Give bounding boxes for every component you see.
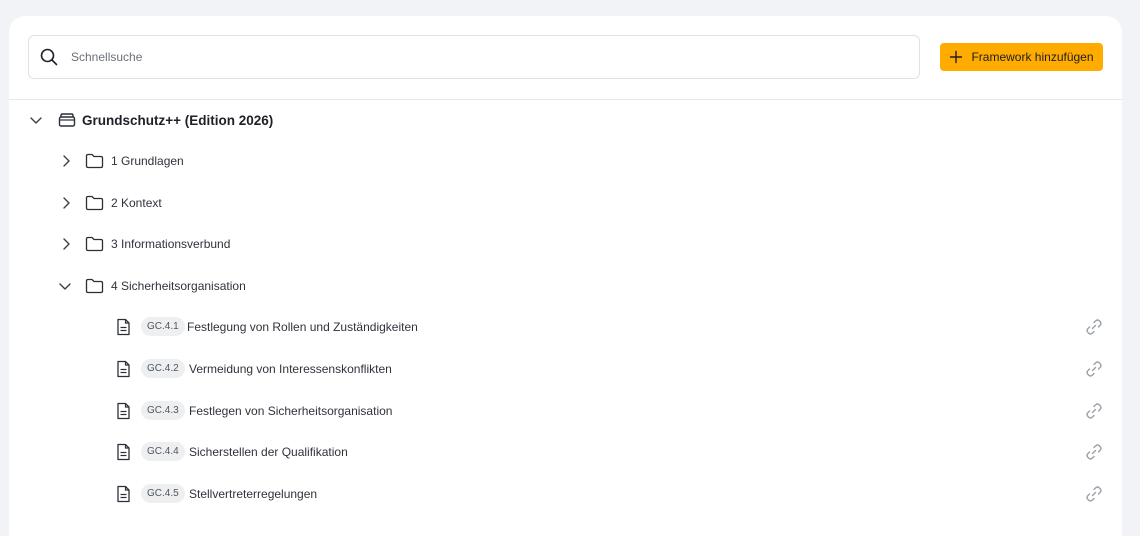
- tree-document-row[interactable]: GC.4.1 Festlegung von Rollen und Zuständ…: [9, 307, 1122, 347]
- search-input[interactable]: [71, 50, 851, 64]
- document-code-badge: GC.4.1: [141, 317, 185, 336]
- add-framework-label: Framework hinzufügen: [971, 50, 1094, 64]
- document-icon: [116, 360, 131, 378]
- chevron-right-icon[interactable]: [59, 196, 73, 210]
- chevron-down-icon[interactable]: [29, 113, 43, 127]
- tree-folder-label: 2 Kontext: [111, 196, 162, 210]
- document-icon: [116, 318, 131, 336]
- document-title: Sicherstellen der Qualifikation: [189, 445, 348, 459]
- plus-icon: [949, 50, 963, 64]
- tree-folder-3[interactable]: 3 Informationsverbund: [9, 224, 1122, 264]
- tree-document-row[interactable]: GC.4.2 Vermeidung von Interessenskonflik…: [9, 349, 1122, 389]
- add-framework-button[interactable]: Framework hinzufügen: [940, 43, 1103, 71]
- tree-root-label: Grundschutz++ (Edition 2026): [82, 112, 274, 128]
- document-title: Stellvertreterregelungen: [189, 487, 318, 501]
- folder-icon: [85, 195, 104, 211]
- document-title: Festlegung von Rollen und Zuständigkeite…: [187, 320, 418, 334]
- document-title: Festlegen von Sicherheitsorganisation: [189, 404, 393, 418]
- archive-icon: [58, 112, 76, 128]
- tree-document-row[interactable]: GC.4.5 Stellvertreterregelungen: [9, 474, 1122, 514]
- tree-folder-2[interactable]: 2 Kontext: [9, 183, 1122, 223]
- link-icon[interactable]: [1085, 360, 1103, 378]
- framework-panel: Framework hinzufügen Grundschutz++ (Edit…: [9, 16, 1122, 536]
- document-code-badge: GC.4.4: [141, 442, 185, 461]
- folder-icon: [85, 153, 104, 169]
- document-title: Vermeidung von Interessenskonflikten: [189, 362, 392, 376]
- link-icon[interactable]: [1085, 485, 1103, 503]
- chevron-down-icon[interactable]: [58, 279, 72, 293]
- tree-folder-label: 4 Sicherheitsorganisation: [111, 279, 246, 293]
- search-icon: [39, 47, 59, 67]
- chevron-right-icon[interactable]: [59, 154, 73, 168]
- folder-icon: [85, 236, 104, 252]
- document-icon: [116, 485, 131, 503]
- tree-folder-1[interactable]: 1 Grundlagen: [9, 141, 1122, 181]
- chevron-right-icon[interactable]: [59, 237, 73, 251]
- tree-folder-label: 3 Informationsverbund: [111, 237, 231, 251]
- document-code-badge: GC.4.2: [141, 359, 185, 378]
- search-box[interactable]: [28, 35, 920, 79]
- document-code-badge: GC.4.3: [141, 401, 185, 420]
- document-icon: [116, 443, 131, 461]
- link-icon[interactable]: [1085, 402, 1103, 420]
- tree-root[interactable]: Grundschutz++ (Edition 2026): [9, 100, 1122, 140]
- document-icon: [116, 402, 131, 420]
- folder-icon: [85, 278, 104, 294]
- tree-document-row[interactable]: GC.4.3 Festlegen von Sicherheitsorganisa…: [9, 391, 1122, 431]
- document-code-badge: GC.4.5: [141, 484, 185, 503]
- link-icon[interactable]: [1085, 443, 1103, 461]
- link-icon[interactable]: [1085, 318, 1103, 336]
- tree-folder-4[interactable]: 4 Sicherheitsorganisation: [9, 266, 1122, 306]
- toolbar: Framework hinzufügen: [9, 16, 1122, 100]
- tree-folder-label: 1 Grundlagen: [111, 154, 184, 168]
- tree-document-row[interactable]: GC.4.4 Sicherstellen der Qualifikation: [9, 432, 1122, 472]
